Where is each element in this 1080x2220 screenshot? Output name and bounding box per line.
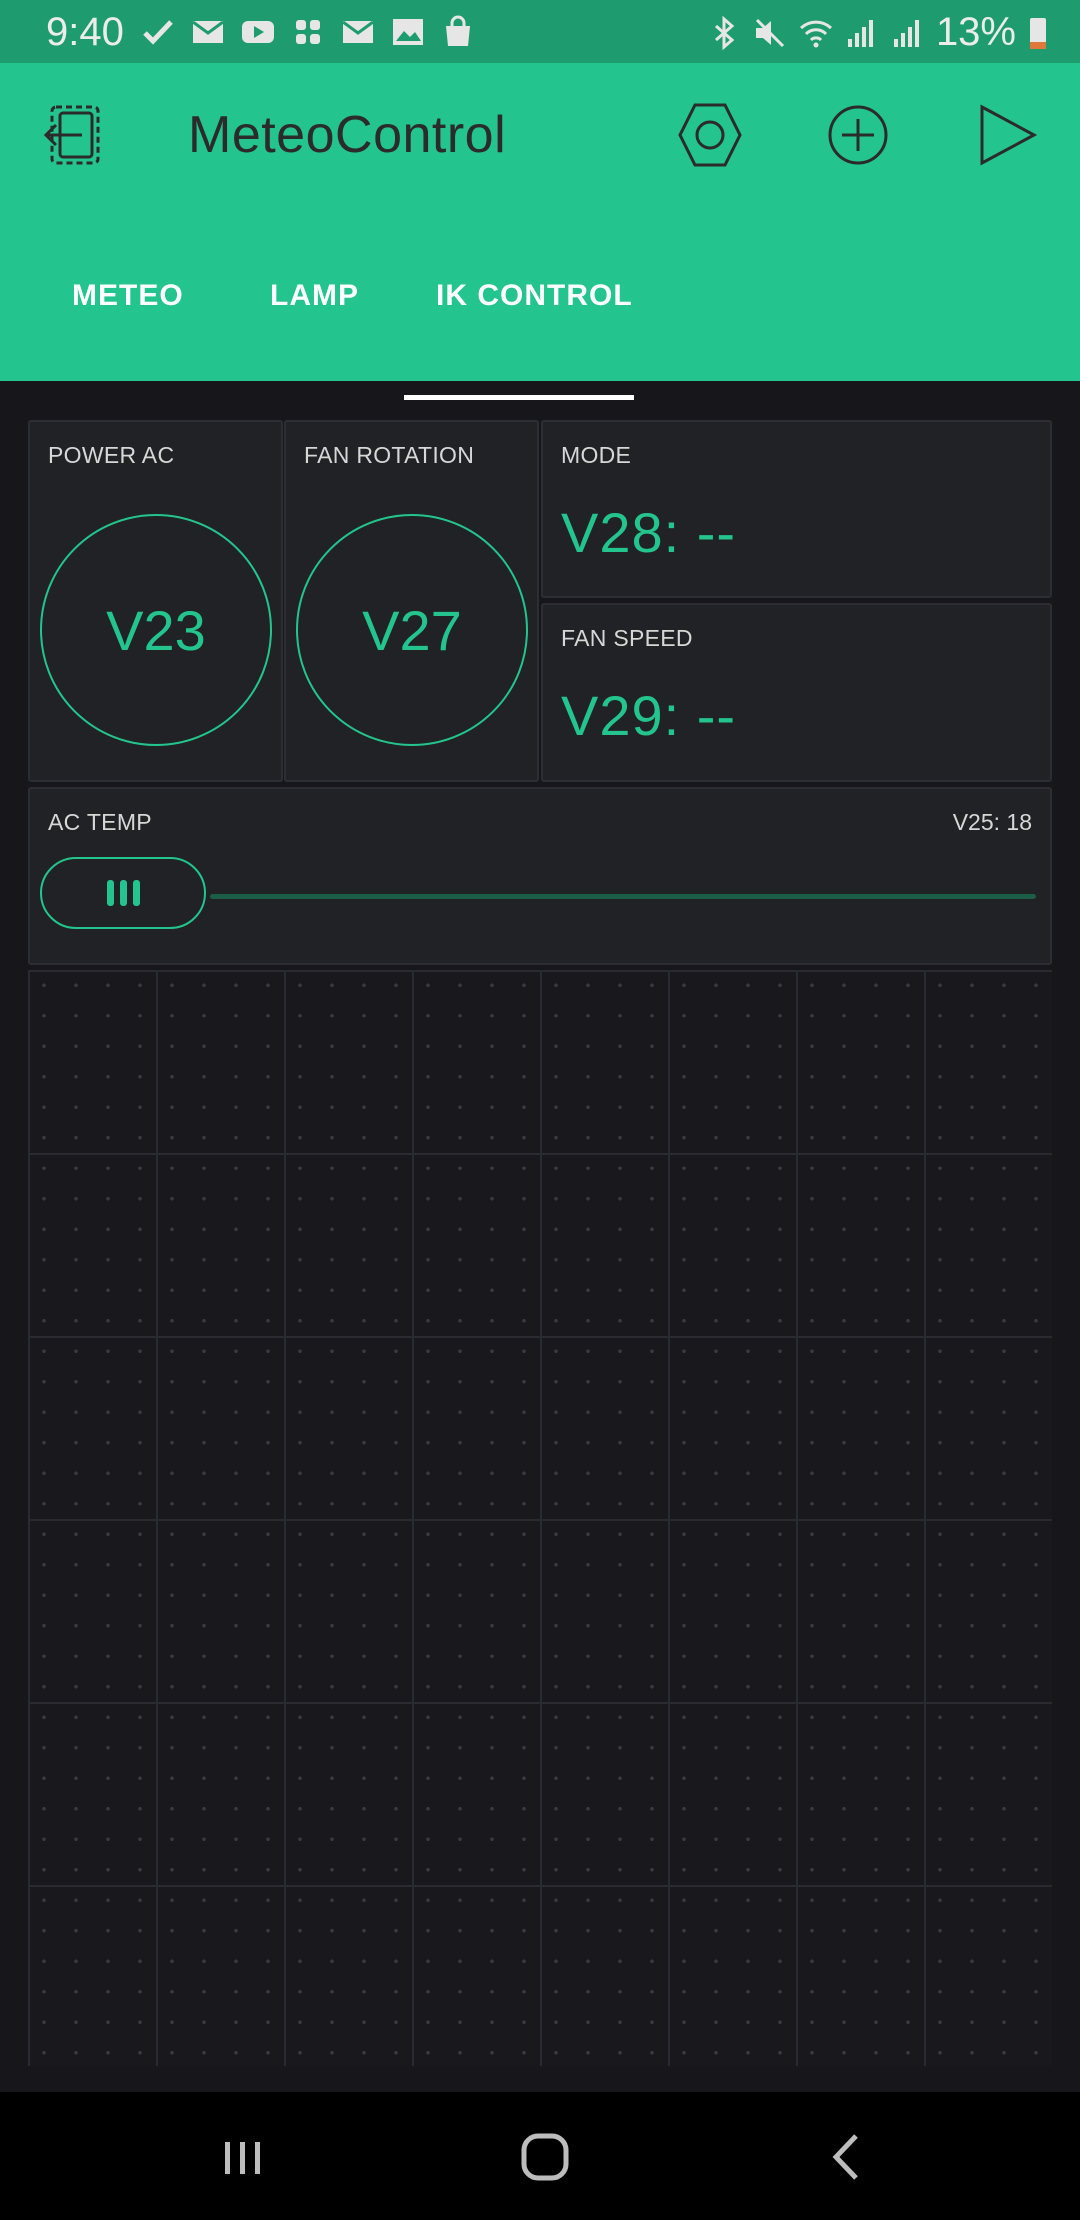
mode-value: V28: -- — [561, 501, 737, 564]
settings-hex-icon[interactable] — [674, 99, 746, 171]
power-ac-label: POWER AC — [48, 442, 175, 468]
fan-speed-widget: FAN SPEED V29: -- — [541, 603, 1052, 782]
ac-temp-widget: AC TEMP V25: 18 — [28, 787, 1052, 965]
ac-temp-value: V25: 18 — [952, 809, 1032, 835]
mute-icon — [755, 18, 784, 47]
mode-label: MODE — [561, 442, 632, 468]
system-icons: 13% — [706, 10, 1050, 55]
fan-speed-value: V29: -- — [561, 684, 737, 747]
mail-icon — [192, 20, 224, 43]
gallery-icon — [393, 19, 423, 45]
bluetooth-icon — [714, 15, 735, 50]
back-icon[interactable] — [812, 2122, 882, 2192]
tab-ik-control[interactable]: IK CONTROL — [436, 279, 633, 313]
signal-icon — [847, 19, 873, 47]
tab-active-indicator — [404, 395, 634, 400]
power-ac-widget: POWER AC V23 — [28, 420, 283, 782]
shopping-bag-icon — [446, 15, 470, 46]
check-icon — [143, 20, 173, 45]
status-time: 9:40 — [46, 10, 124, 54]
ac-temp-slider-handle[interactable] — [40, 857, 206, 929]
play-icon[interactable] — [970, 99, 1042, 171]
home-icon[interactable] — [510, 2122, 580, 2192]
wifi-icon — [799, 20, 832, 47]
signal-icon — [893, 19, 919, 47]
app-bar: MeteoControl METEO LAMP IK CONTROL — [0, 63, 1080, 400]
youtube-icon — [242, 21, 274, 43]
grip-icon — [132, 880, 140, 906]
dashboard-empty-grid[interactable] — [28, 970, 1052, 2066]
tab-meteo[interactable]: METEO — [72, 279, 184, 313]
grip-icon — [106, 880, 114, 906]
ac-temp-label: AC TEMP — [48, 809, 152, 835]
exit-icon[interactable] — [38, 99, 110, 171]
mail-icon — [342, 20, 374, 43]
battery-icon — [1030, 17, 1046, 49]
fan-speed-label: FAN SPEED — [561, 625, 693, 651]
recent-apps-icon[interactable] — [208, 2122, 278, 2192]
ac-temp-slider-track[interactable] — [210, 894, 1036, 899]
battery-percent: 13% — [935, 10, 1016, 54]
app-title: MeteoControl — [188, 106, 507, 164]
grip-icon — [119, 880, 127, 906]
mode-widget: MODE V28: -- — [541, 420, 1052, 598]
add-icon[interactable] — [822, 99, 894, 171]
fan-rotation-button[interactable]: V27 — [296, 514, 528, 746]
notification-icons — [140, 14, 476, 50]
slack-icon — [296, 20, 320, 44]
fan-rotation-widget: FAN ROTATION V27 — [284, 420, 539, 782]
fan-rotation-label: FAN ROTATION — [304, 442, 475, 468]
system-nav-bar — [0, 2092, 1080, 2220]
tab-lamp[interactable]: LAMP — [270, 279, 359, 313]
status-bar: 9:40 13% — [0, 0, 1080, 63]
power-ac-button[interactable]: V23 — [40, 514, 272, 746]
